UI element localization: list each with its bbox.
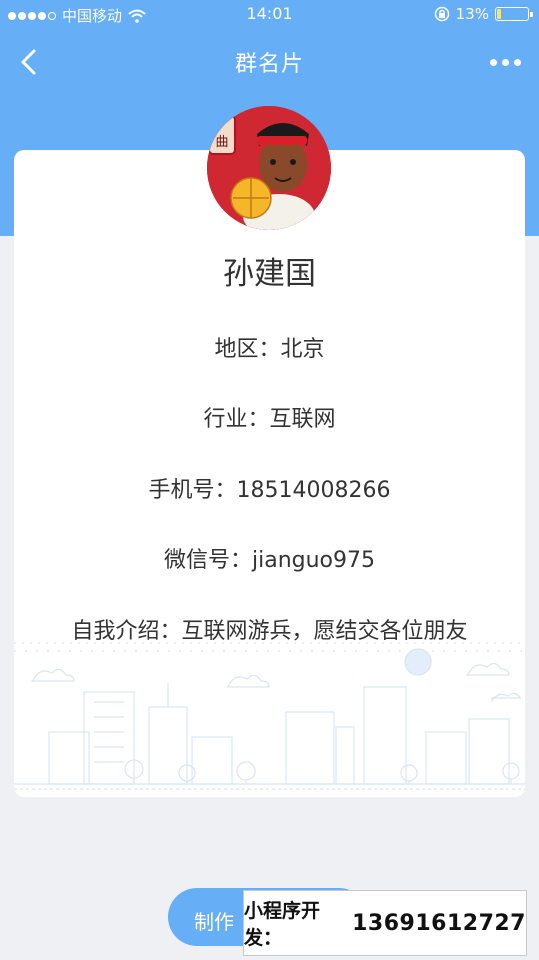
nav-bar: 群名片 <box>0 36 539 86</box>
promo-label: 小程序开发： <box>244 900 321 949</box>
status-bar: 中国移动 14:01 13% <box>0 0 539 30</box>
make-card-label: 制作 <box>194 910 234 934</box>
group-card-page: 中国移动 14:01 13% 群名片 曲 孙建国 地区：北京 行业：互联网 手机… <box>0 0 539 960</box>
status-right: 13% <box>434 5 533 23</box>
battery-icon <box>495 7 533 21</box>
more-dots-icon <box>489 58 497 66</box>
battery-percent: 13% <box>455 5 489 23</box>
intro-line: 自我介绍：互联网游兵，愿结交各位朋友 <box>71 619 468 644</box>
promo-overlay: 小程序开发： 13691612727 <box>243 890 527 956</box>
profile-name: 孙建国 <box>223 256 316 292</box>
industry-line: 行业：互联网 <box>203 407 336 432</box>
region-line: 地区：北京 <box>214 337 325 362</box>
avatar-badge-text: 曲 <box>215 135 228 150</box>
more-button[interactable] <box>485 44 525 80</box>
city-skyline-illustration <box>14 642 525 790</box>
wechat-line: 微信号：jianguo975 <box>163 548 375 573</box>
page-title: 群名片 <box>234 52 304 77</box>
rotation-lock-icon <box>434 6 449 22</box>
promo-phone-number: 13691612727 <box>352 910 526 936</box>
phone-line: 手机号：18514008266 <box>148 478 391 503</box>
avatar: 曲 <box>207 106 331 230</box>
battery-level <box>497 9 501 19</box>
basketball-player-illustration: 曲 <box>207 106 331 230</box>
